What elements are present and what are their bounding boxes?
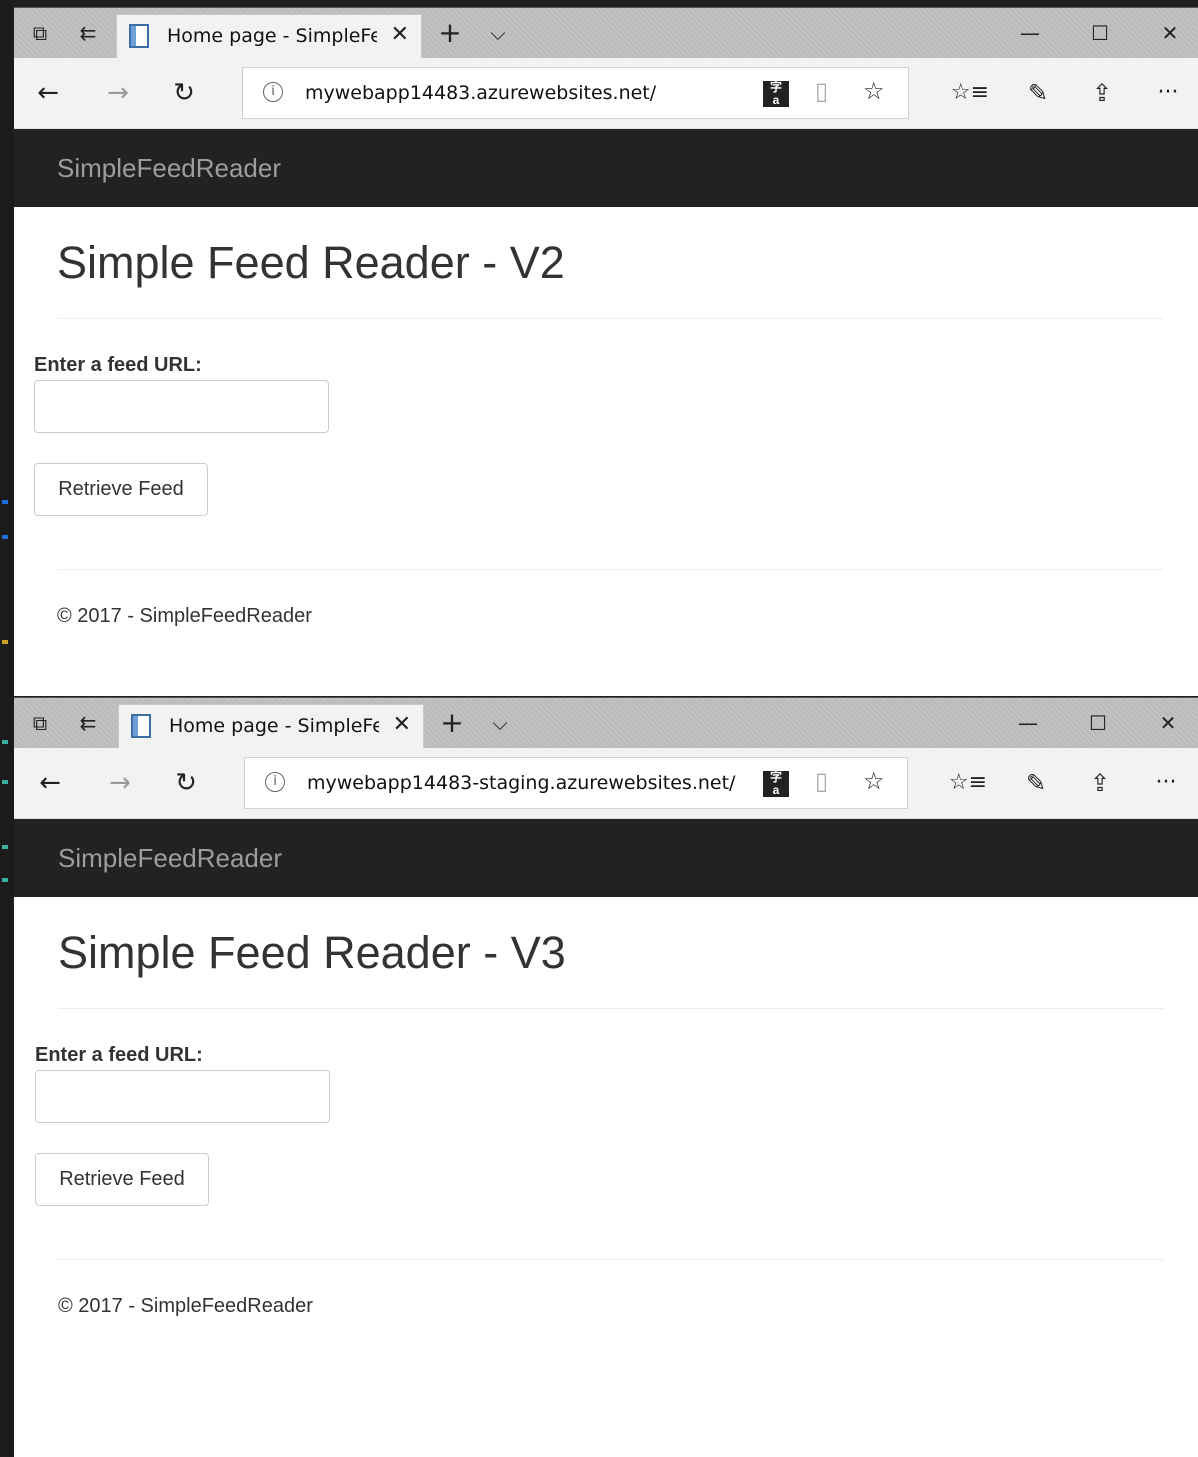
feed-url-label: Enter a feed URL: [35,1044,203,1066]
translate-icon[interactable]: 字a [763,771,789,797]
more-icon[interactable]: ··· [1146,58,1190,128]
refresh-icon[interactable]: ↻ [166,748,206,818]
set-aside-tabs-icon[interactable]: ⇇ [70,8,106,58]
feed-url-label: Enter a feed URL: [34,354,202,376]
favorites-hub-icon[interactable]: ☆≡ [948,58,992,128]
site-navbar: SimpleFeedReader [14,819,1198,897]
tab-list-chevron-icon[interactable]: ⌵ [480,8,516,58]
back-icon[interactable]: ← [30,748,70,818]
tab-title: Home page - SimpleFee [167,25,377,47]
footer-text: © 2017 - SimpleFeedReader [58,1295,313,1317]
reading-view-icon[interactable]: ▯ [815,77,828,105]
share-icon[interactable]: ⇪ [1082,58,1122,128]
tab-bar: ⧉ ⇇ Home page - SimpleFee ✕ + ⌵ — ☐ ✕ [14,698,1198,748]
new-tab-button[interactable]: + [432,8,468,58]
browser-window-production: ⧉ ⇇ Home page - SimpleFee ✕ + ⌵ — ☐ ✕ ← … [14,7,1198,696]
more-icon[interactable]: ··· [1144,748,1188,818]
tab-preview-icon[interactable]: ⧉ [22,8,58,58]
page-title: Simple Feed Reader - V3 [58,927,566,978]
divider [57,569,1163,570]
window-close-button[interactable]: ✕ [1152,8,1188,58]
page-favicon-icon [129,24,149,48]
retrieve-feed-button[interactable]: Retrieve Feed [35,1153,209,1206]
forward-icon[interactable]: → [100,748,140,818]
page-favicon-icon [131,714,151,738]
share-icon[interactable]: ⇪ [1080,748,1120,818]
back-icon[interactable]: ← [28,58,68,128]
favorites-hub-icon[interactable]: ☆≡ [946,748,990,818]
navbar-brand-link[interactable]: SimpleFeedReader [57,153,281,184]
address-bar-row: ← → ↻ i mywebapp14483-staging.azurewebsi… [14,748,1198,819]
tab-preview-icon[interactable]: ⧉ [22,698,58,748]
site-navbar: SimpleFeedReader [14,129,1198,207]
navbar-brand-link[interactable]: SimpleFeedReader [58,843,282,874]
refresh-icon[interactable]: ↻ [164,58,204,128]
reading-view-icon[interactable]: ▯ [815,767,828,795]
maximize-button[interactable]: ☐ [1080,698,1116,748]
site-info-icon[interactable]: i [265,772,285,792]
address-bar-row: ← → ↻ i mywebapp14483.azurewebsites.net/… [14,58,1198,129]
footer-text: © 2017 - SimpleFeedReader [57,605,312,627]
url-text[interactable]: mywebapp14483.azurewebsites.net/ [305,82,656,104]
window-close-button[interactable]: ✕ [1150,698,1186,748]
page-title: Simple Feed Reader - V2 [57,237,565,288]
feed-url-input[interactable] [34,380,329,433]
web-notes-icon[interactable]: ✎ [1018,58,1058,128]
tab-bar: ⧉ ⇇ Home page - SimpleFee ✕ + ⌵ — ☐ ✕ [14,8,1198,58]
browser-tab[interactable]: Home page - SimpleFee ✕ [116,14,422,58]
retrieve-feed-button[interactable]: Retrieve Feed [34,463,208,516]
site-info-icon[interactable]: i [263,82,283,102]
address-bar[interactable]: i mywebapp14483-staging.azurewebsites.ne… [244,757,908,809]
tab-close-icon[interactable]: ✕ [393,712,411,737]
divider [57,318,1163,319]
tab-title: Home page - SimpleFee [169,715,379,737]
favorite-star-icon[interactable]: ☆ [863,767,885,795]
background-editor-strip [0,0,14,1456]
web-notes-icon[interactable]: ✎ [1016,748,1056,818]
minimize-button[interactable]: — [1012,8,1048,58]
tab-list-chevron-icon[interactable]: ⌵ [482,698,518,748]
tab-close-icon[interactable]: ✕ [391,22,409,47]
favorite-star-icon[interactable]: ☆ [863,77,885,105]
new-tab-button[interactable]: + [434,698,470,748]
divider [58,1008,1164,1009]
minimize-button[interactable]: — [1010,698,1046,748]
address-bar[interactable]: i mywebapp14483.azurewebsites.net/ 字a ▯ … [242,67,909,119]
divider [58,1259,1164,1260]
translate-icon[interactable]: 字a [763,81,789,107]
browser-tab[interactable]: Home page - SimpleFee ✕ [118,704,424,748]
url-text[interactable]: mywebapp14483-staging.azurewebsites.net/ [307,772,735,794]
maximize-button[interactable]: ☐ [1082,8,1118,58]
browser-window-staging: ⧉ ⇇ Home page - SimpleFee ✕ + ⌵ — ☐ ✕ ← … [14,697,1198,1457]
feed-url-input[interactable] [35,1070,330,1123]
set-aside-tabs-icon[interactable]: ⇇ [70,698,106,748]
forward-icon[interactable]: → [98,58,138,128]
